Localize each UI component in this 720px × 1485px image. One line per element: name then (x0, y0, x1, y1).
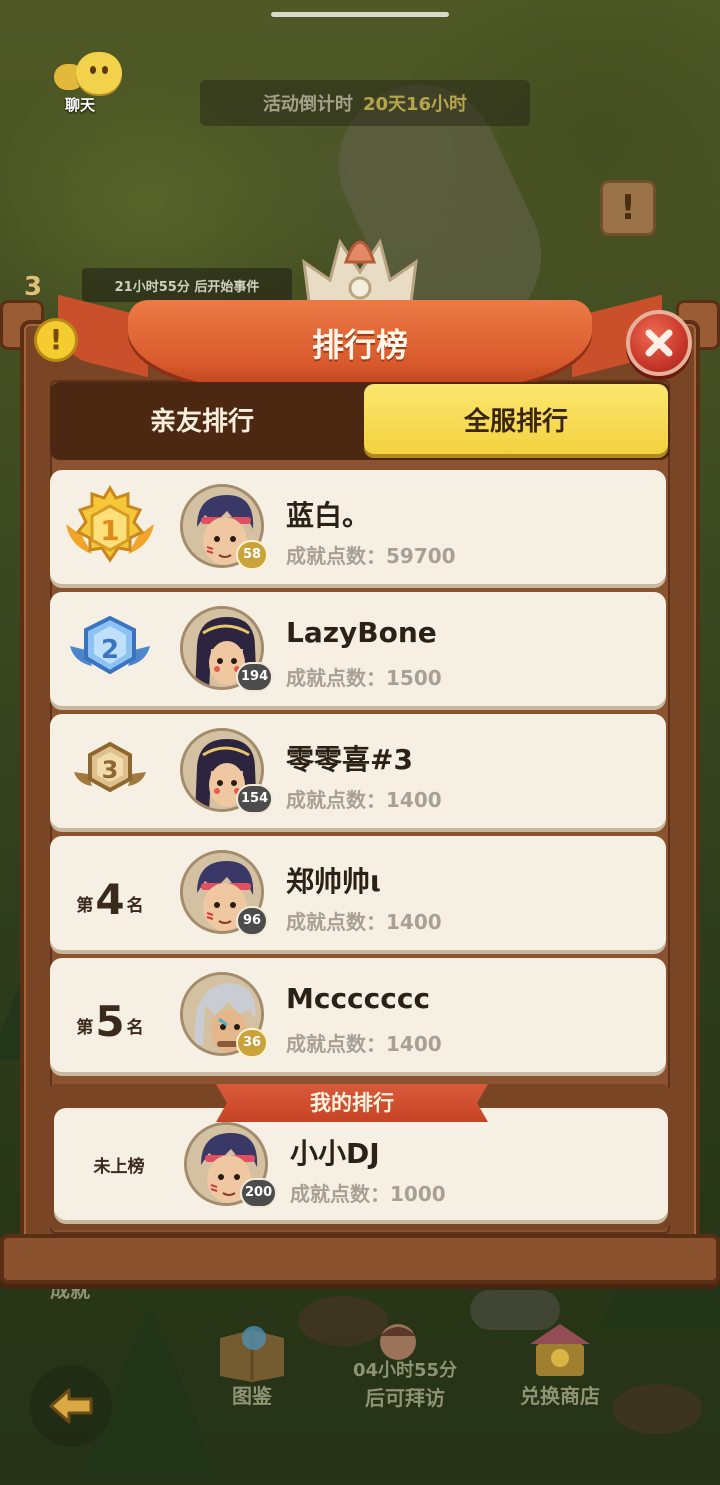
rank-label: 第 5 名 (70, 988, 150, 1044)
score-label: 成就点数： (286, 788, 386, 812)
gold-medal-icon: 1 (62, 484, 158, 570)
score-label: 成就点数： (286, 666, 386, 690)
medal-rank-number: 3 (102, 756, 119, 784)
close-icon (645, 329, 673, 357)
player-score: 成就点数：1500 (286, 662, 442, 691)
tab-friends-ranking[interactable]: 亲友排行 (52, 382, 352, 456)
chat-label: 聊天 (64, 96, 95, 114)
rank-label: 第 4 名 (70, 866, 150, 922)
medal-rank-number: 2 (101, 635, 119, 665)
my-player-score: 成就点数：1000 (290, 1178, 446, 1207)
exchange-shop-label[interactable]: 兑换商店 (500, 1380, 620, 1409)
ranking-row-5[interactable]: 第 5 名 36 Mccccccc 成就点数：1400 (50, 958, 666, 1072)
score-label: 成就点数： (286, 910, 386, 934)
event-countdown: 21小时55分 后开始事件 (82, 268, 292, 302)
player-score: 成就点数：59700 (286, 540, 456, 569)
rank-number: 4 (95, 875, 125, 924)
tab-server-ranking[interactable]: 全服排行 (364, 384, 668, 454)
exchange-shop-icon[interactable] (520, 1316, 600, 1382)
level-badge: 200 (240, 1178, 278, 1208)
visit-label[interactable]: 后可拜访 (340, 1382, 470, 1411)
level-badge: 96 (236, 906, 268, 936)
rank-suffix: 名 (126, 896, 144, 916)
encyclopedia-icon[interactable] (214, 1320, 290, 1386)
home-indicator (271, 12, 449, 17)
score-value: 1500 (386, 666, 442, 690)
player-score: 成就点数：1400 (286, 784, 442, 813)
ranking-row-3[interactable]: 3 154 零零喜#3 成就点数：1400 (50, 714, 666, 828)
visit-timer: 04小时55分 (352, 1360, 458, 1381)
back-arrow-icon (49, 1388, 93, 1424)
score-label: 成就点数： (286, 544, 386, 568)
bronze-medal-icon: 3 (62, 728, 158, 814)
score-value: 1400 (386, 1032, 442, 1056)
chat-button[interactable]: 聊天 (48, 48, 128, 118)
countdown-time: 20天16小时 (362, 94, 468, 115)
score-label: 成就点数： (286, 1032, 386, 1056)
notice-sign-icon[interactable]: ! (600, 180, 656, 236)
rank-prefix: 第 (76, 1018, 94, 1038)
player-name: LazyBone (286, 616, 437, 649)
level-badge: 194 (236, 662, 274, 692)
panel-base (0, 1234, 720, 1284)
ranking-row-2[interactable]: 2 194 LazyBone 成就点数：1500 (50, 592, 666, 706)
player-score: 成就点数：1400 (286, 906, 442, 935)
my-rank-ribbon: 我的排行 (216, 1084, 488, 1122)
player-name: 郑帅帅ι (286, 865, 381, 898)
smiley-chat-icon (76, 52, 122, 94)
player-score: 成就点数：1400 (286, 1028, 442, 1057)
activity-countdown: 活动倒计时 20天16小时 (200, 80, 530, 126)
score-label: 成就点数： (290, 1182, 390, 1206)
close-button[interactable] (626, 310, 692, 376)
panel-title: 排行榜 (311, 326, 408, 364)
scarecrow-count: 3 (24, 272, 43, 302)
info-button[interactable]: ! (34, 318, 78, 362)
player-name: 蓝白。 (286, 499, 371, 532)
my-rank-status: 未上榜 (93, 1157, 145, 1177)
player-name: 零零喜#3 (286, 743, 413, 776)
encyclopedia-label[interactable]: 图鉴 (214, 1380, 290, 1409)
score-value: 1400 (386, 910, 442, 934)
player-name: Mccccccc (286, 982, 431, 1015)
countdown-label: 活动倒计时 (262, 94, 353, 115)
rank-suffix: 名 (126, 1018, 144, 1038)
ranking-row-4[interactable]: 第 4 名 96 郑帅帅ι 成就点数：1400 (50, 836, 666, 950)
rank-prefix: 第 (76, 896, 94, 916)
my-ranking-row[interactable]: 未上榜 200 小小DJ 成就点数：1000 (54, 1108, 668, 1220)
silver-medal-icon: 2 (62, 606, 158, 692)
rank-number: 5 (95, 997, 125, 1046)
score-value: 1400 (386, 788, 442, 812)
medal-rank-number: 1 (100, 514, 119, 547)
back-button[interactable] (30, 1365, 112, 1447)
level-badge: 58 (236, 540, 268, 570)
ranking-row-1[interactable]: 1 58 蓝白。 成就点数：59700 (50, 470, 666, 584)
score-value: 1000 (390, 1182, 446, 1206)
ranking-tabs: 亲友排行 全服排行 (50, 382, 670, 460)
level-badge: 154 (236, 784, 274, 814)
my-player-name: 小小DJ (290, 1137, 380, 1170)
panel-crown-ornament (300, 222, 420, 312)
level-badge: 36 (236, 1028, 268, 1058)
score-value: 59700 (386, 544, 456, 568)
